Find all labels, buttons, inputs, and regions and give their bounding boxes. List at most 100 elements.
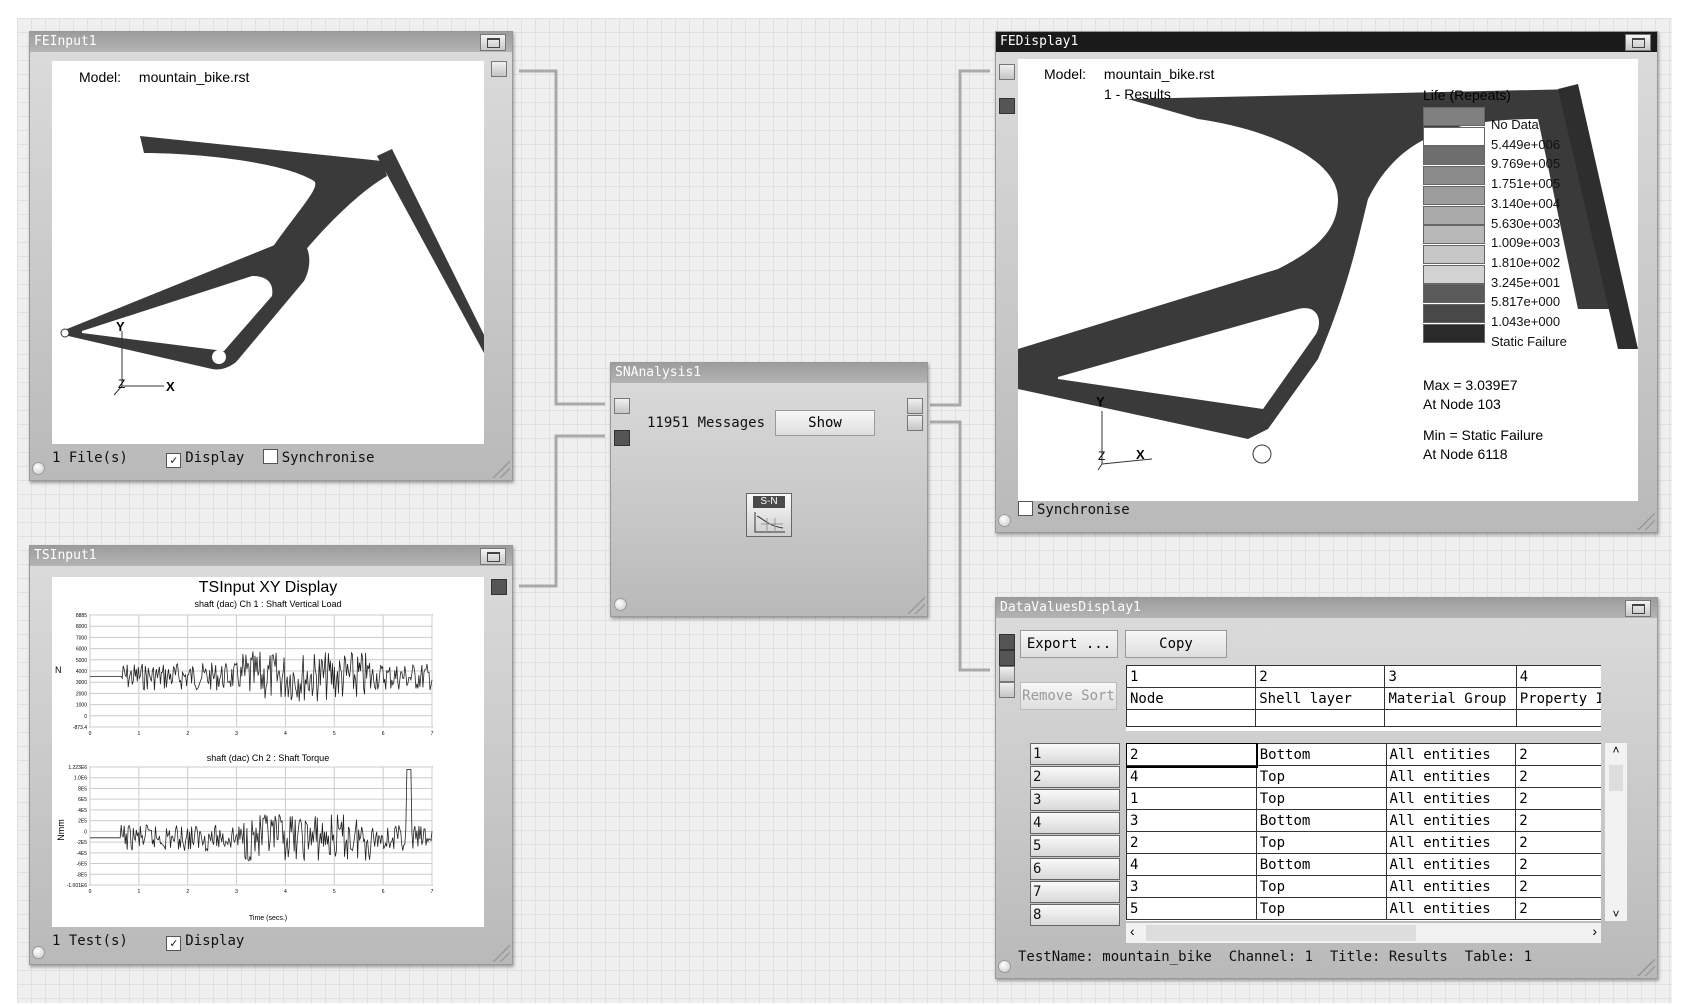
tsinput-window[interactable]: TSInput1 TSInput XY Display shaft (dac) … [29, 545, 513, 965]
checkbox-checked-icon[interactable]: ✓ [166, 936, 182, 951]
table-cell[interactable]: Top [1255, 897, 1387, 920]
maximize-icon[interactable] [1625, 600, 1651, 617]
table-cell[interactable]: All entities [1385, 743, 1517, 766]
datavalues-window[interactable]: DataValuesDisplay1 Export ... Copy Remov… [995, 597, 1658, 979]
table-cell[interactable]: Top [1255, 831, 1387, 854]
table-cell[interactable]: 5 [1126, 897, 1257, 920]
scroll-h-thumb[interactable] [1146, 925, 1416, 941]
row-header[interactable]: 5 [1030, 835, 1120, 857]
table-row[interactable]: 3 Bottom All entities 2 [1126, 809, 1601, 832]
table-cell[interactable]: 2 [1515, 765, 1601, 788]
tsinput-title[interactable]: TSInput1 [30, 546, 512, 566]
table-cell[interactable]: Top [1255, 787, 1387, 810]
table-cell[interactable]: All entities [1385, 765, 1517, 788]
table-cell[interactable]: 2 [1515, 853, 1601, 876]
feinput-sync-checkbox[interactable]: Synchronise [262, 449, 374, 466]
table-cell[interactable]: 2 [1515, 875, 1601, 898]
scroll-down-icon[interactable]: ˅ [1605, 907, 1627, 921]
checkbox-icon[interactable] [262, 449, 278, 464]
column-filter-cell[interactable] [1126, 709, 1257, 727]
feinput-viewport[interactable]: Model: mountain_bike.rst Y X Z [52, 61, 484, 444]
remove-sort-button[interactable]: Remove Sort [1020, 682, 1117, 710]
scroll-right-icon[interactable]: › [1592, 923, 1597, 939]
maximize-icon[interactable] [480, 34, 506, 51]
column-filter-cell[interactable] [1255, 709, 1386, 727]
feinput-window[interactable]: FEInput1 Model: mountain_bike.rst Y X Z … [29, 31, 513, 481]
table-cell[interactable]: 2 [1515, 787, 1601, 810]
table-cell[interactable]: 1 [1126, 787, 1257, 810]
table-row[interactable]: 2 Top All entities 2 [1126, 831, 1601, 854]
table-cell[interactable]: All entities [1385, 787, 1517, 810]
row-header[interactable]: 6 [1030, 858, 1120, 880]
column-header[interactable]: Node [1126, 687, 1257, 710]
resize-grip-icon[interactable] [492, 944, 510, 962]
fedisplay-viewport[interactable]: Model: mountain_bike.rst 1 - Results Y X… [1018, 59, 1638, 501]
column-number[interactable]: 1 [1126, 665, 1257, 688]
scroll-up-icon[interactable]: ˄ [1605, 743, 1627, 757]
row-header[interactable]: 1 [1030, 743, 1120, 765]
table-cell[interactable]: Bottom [1255, 743, 1387, 766]
resize-grip-icon[interactable] [907, 596, 925, 614]
table-cell[interactable]: Top [1255, 765, 1387, 788]
column-number[interactable]: 4 [1515, 665, 1601, 688]
row-header[interactable]: 2 [1030, 766, 1120, 788]
tsinput-output-port[interactable] [491, 579, 507, 595]
snanalysis-window[interactable]: SNAnalysis1 11951 Messages Show S-N [610, 362, 928, 617]
sn-output-port-2[interactable] [907, 415, 923, 431]
column-headers[interactable]: 1 2 3 4 Node Shell layer Material Group Propert… [1126, 665, 1601, 727]
copy-button[interactable]: Copy [1125, 630, 1227, 658]
export-button[interactable]: Export ... [1020, 630, 1118, 658]
sn-input-port-ts[interactable] [614, 430, 630, 446]
table-cell[interactable]: 2 [1126, 831, 1257, 854]
fedisplay-title[interactable]: FEDisplay1 [996, 32, 1657, 52]
sn-analysis-icon[interactable]: S-N [746, 493, 792, 537]
table-cell[interactable]: Top [1255, 875, 1387, 898]
table-row[interactable]: 2 Bottom All entities 2 [1126, 743, 1601, 768]
table-cell[interactable]: 4 [1126, 853, 1257, 876]
table-cell[interactable]: All entities [1385, 875, 1517, 898]
row-header[interactable]: 8 [1030, 904, 1120, 926]
feinput-output-port[interactable] [491, 61, 507, 77]
resize-grip-icon[interactable] [1637, 512, 1655, 530]
column-header[interactable]: Property ID [1515, 687, 1601, 710]
maximize-icon[interactable] [480, 548, 506, 565]
row-header[interactable]: 4 [1030, 812, 1120, 834]
data-table[interactable]: 2 Bottom All entities 2 4 Top All entities 2 1 To… [1126, 743, 1601, 920]
column-header[interactable]: Material Group [1384, 687, 1517, 710]
sn-output-port-1[interactable] [907, 398, 923, 414]
column-header[interactable]: Shell layer [1255, 687, 1386, 710]
datavalues-port-4[interactable] [999, 682, 1015, 698]
tsinput-display-checkbox[interactable]: ✓ Display [166, 933, 244, 951]
datavalues-input-port[interactable] [999, 666, 1015, 682]
column-filter-cell[interactable] [1384, 709, 1517, 727]
table-row[interactable]: 5 Top All entities 2 [1126, 897, 1601, 920]
fedisplay-window[interactable]: FEDisplay1 Model: mountain_bike.rst 1 - … [995, 31, 1658, 533]
table-cell[interactable]: 2 [1126, 743, 1259, 768]
scroll-left-icon[interactable]: ‹ [1130, 923, 1135, 939]
feinput-title[interactable]: FEInput1 [30, 32, 512, 52]
table-cell[interactable]: 2 [1515, 831, 1601, 854]
column-filter-cell[interactable] [1515, 709, 1601, 727]
table-cell[interactable]: Bottom [1255, 809, 1387, 832]
table-cell[interactable]: All entities [1385, 831, 1517, 854]
checkbox-icon[interactable] [1018, 501, 1033, 516]
column-number[interactable]: 2 [1255, 665, 1386, 688]
table-cell[interactable]: All entities [1385, 853, 1517, 876]
datavalues-title[interactable]: DataValuesDisplay1 [996, 598, 1657, 618]
resize-grip-icon[interactable] [1637, 958, 1655, 976]
feinput-display-checkbox[interactable]: ✓ Display [166, 450, 244, 468]
table-cell[interactable]: 2 [1515, 809, 1601, 832]
table-row[interactable]: 1 Top All entities 2 [1126, 787, 1601, 810]
column-number[interactable]: 3 [1384, 665, 1517, 688]
fedisplay-port-2[interactable] [999, 98, 1015, 114]
data-table-area[interactable]: 2 Bottom All entities 2 4 Top All entities 2 1 To… [1126, 743, 1601, 921]
table-row[interactable]: 4 Bottom All entities 2 [1126, 853, 1601, 876]
table-cell[interactable]: 4 [1126, 765, 1257, 788]
table-row[interactable]: 3 Top All entities 2 [1126, 875, 1601, 898]
sn-input-port-fe[interactable] [614, 398, 630, 414]
table-cell[interactable]: 3 [1126, 875, 1257, 898]
show-messages-button[interactable]: Show [775, 410, 875, 436]
datavalues-port-1[interactable] [999, 634, 1015, 650]
row-header[interactable]: 7 [1030, 881, 1120, 903]
horizontal-scrollbar[interactable]: ‹ › [1126, 923, 1601, 943]
